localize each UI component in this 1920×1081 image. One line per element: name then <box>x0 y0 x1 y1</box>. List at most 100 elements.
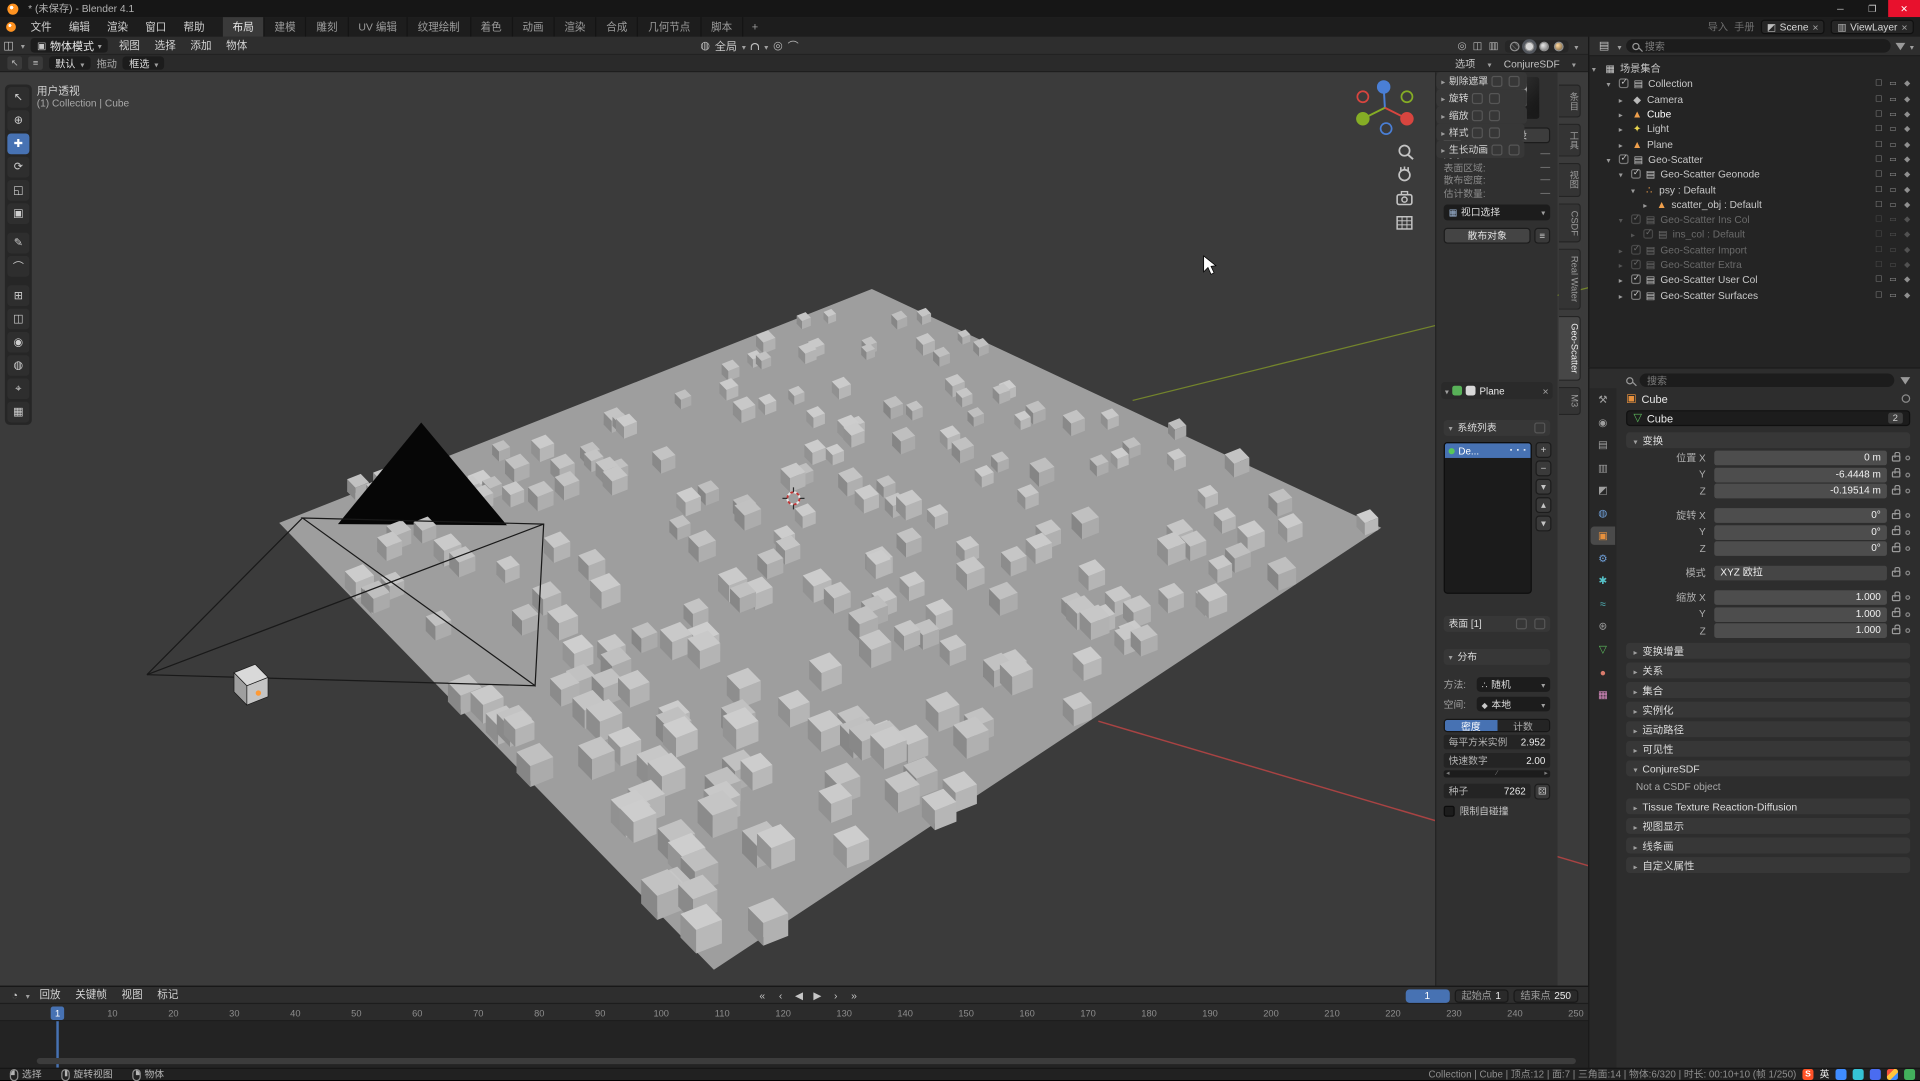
visibility-toggles[interactable] <box>1875 290 1912 300</box>
blender-menu-icon[interactable] <box>0 22 22 32</box>
scatter-settings-icon[interactable]: ≡ <box>1534 228 1550 244</box>
animate-dot-icon[interactable] <box>1905 530 1910 535</box>
object-datablock-field[interactable]: Cube 2 <box>1626 410 1910 426</box>
value-field[interactable]: -0.19514 m <box>1714 484 1887 499</box>
frame-start-field[interactable]: 起始点 1 <box>1454 989 1508 1002</box>
add-cube-tool[interactable]: ⊞ <box>7 285 29 306</box>
collapsed-panel[interactable]: 视图显示 <box>1626 818 1910 834</box>
surface-icon-b[interactable] <box>1534 618 1545 629</box>
tray-toolbox-icon[interactable] <box>1887 1069 1898 1080</box>
jump-to-end-button[interactable]: » <box>846 987 862 1004</box>
slider-right-arrow[interactable]: ▸ <box>1544 770 1547 777</box>
animate-dot-icon[interactable] <box>1905 546 1910 551</box>
visibility-toggles[interactable] <box>1875 124 1912 134</box>
viewport-3d[interactable]: 用户透视 (1) Collection | Cube ↖⊕✚⟳◱▣✎⌒⊞◫◉◍⌖… <box>0 72 1588 985</box>
tray-keyboard-icon[interactable] <box>1836 1069 1847 1080</box>
visibility-toggles[interactable] <box>1875 214 1912 224</box>
viewlayer-selector[interactable]: ViewLayer <box>1831 20 1914 35</box>
lock-icon[interactable] <box>1892 455 1901 461</box>
system-toggle-icons[interactable]: ▪ ▪ ▪ <box>1510 447 1527 454</box>
expand-caret-icon[interactable] <box>1643 198 1652 210</box>
timeline-ruler[interactable]: 1020304050607080901001101201301401501601… <box>0 1004 1588 1021</box>
add-system-button[interactable]: + <box>1536 442 1552 458</box>
collection-checkbox[interactable] <box>1619 79 1629 89</box>
collapsed-panel[interactable]: 运动路径 <box>1626 721 1910 737</box>
expand-caret-icon[interactable] <box>1619 288 1628 300</box>
orientation-label[interactable]: 全局 <box>715 38 737 54</box>
active-tool-icon[interactable]: ↖ <box>7 56 22 69</box>
timeline-menu-item[interactable]: 关键帧 <box>68 986 114 1004</box>
snap-magnet-icon[interactable] <box>751 42 760 49</box>
value-field[interactable]: 1.000 <box>1714 590 1887 605</box>
outliner-item-label[interactable]: psy : Default <box>1659 183 1715 195</box>
value-field[interactable]: 0° <box>1714 525 1887 540</box>
animate-dot-icon[interactable] <box>1905 571 1910 576</box>
tab-texture[interactable]: ▦ <box>1591 685 1615 703</box>
animate-dot-icon[interactable] <box>1905 456 1910 461</box>
outliner-row[interactable]: ins_col : Default <box>1592 227 1918 242</box>
collapsed-panel[interactable]: 自定义属性 <box>1626 857 1910 873</box>
visibility-toggles[interactable] <box>1875 139 1912 149</box>
sidebar-tab[interactable]: CSDF <box>1559 203 1581 243</box>
workspace-tab[interactable]: 脚本 <box>701 17 743 37</box>
outliner-row[interactable]: Light <box>1592 121 1918 136</box>
density-field[interactable]: 每平方米实例 2.952 <box>1444 735 1551 750</box>
tab-particles[interactable]: ✱ <box>1591 572 1615 590</box>
outliner-row[interactable]: Geo-Scatter User Col <box>1592 272 1918 287</box>
rotate-tool[interactable]: ⟳ <box>7 157 29 178</box>
outliner-search-input[interactable]: 搜索 <box>1626 39 1890 52</box>
gizmo-toggle-icon[interactable] <box>1457 39 1466 52</box>
expand-caret-icon[interactable] <box>1631 183 1640 195</box>
select-box-tool[interactable]: ↖ <box>7 87 29 108</box>
tab-view-layer[interactable]: ▥ <box>1591 459 1615 477</box>
scatter-objects-button[interactable]: 散布对象 <box>1444 228 1531 244</box>
collection-checkbox[interactable] <box>1619 154 1629 164</box>
expand-caret-icon[interactable] <box>1607 78 1616 90</box>
collapsed-panel[interactable]: 生长动画 <box>1436 141 1524 158</box>
manual-link[interactable]: 手册 <box>1734 20 1754 35</box>
shading-wireframe-button[interactable] <box>1509 41 1519 51</box>
shading-dropdown-icon[interactable] <box>1574 40 1578 52</box>
collection-checkbox[interactable] <box>1631 260 1641 270</box>
expand-caret-icon[interactable] <box>1619 213 1628 225</box>
outliner-item-label[interactable]: Geo-Scatter Ins Col <box>1660 213 1749 225</box>
visibility-toggles[interactable] <box>1875 184 1912 194</box>
spin-tool[interactable]: ⌖ <box>7 378 29 399</box>
tab-modifiers[interactable]: ⚙ <box>1591 549 1615 567</box>
viewport-menu-item[interactable]: 视图 <box>112 36 148 54</box>
visibility-toggles[interactable] <box>1875 245 1912 255</box>
workspace-tab[interactable]: 合成 <box>596 17 638 37</box>
lock-icon[interactable] <box>1892 628 1901 634</box>
timeline-menu-item[interactable]: 标记 <box>150 986 186 1004</box>
tool-preset-dropdown[interactable]: 默认 <box>49 56 90 69</box>
viewport-select-dropdown[interactable]: 视口选择 <box>1444 204 1551 220</box>
value-field[interactable]: 0° <box>1714 541 1887 556</box>
tray-input-icon[interactable] <box>1870 1069 1881 1080</box>
outliner-item-label[interactable]: 场景集合 <box>1620 61 1661 76</box>
measure-tool[interactable]: ⌒ <box>7 256 29 277</box>
outliner-item-label[interactable]: Geo-Scatter Extra <box>1660 258 1741 270</box>
list-menu-button[interactable]: ▾ <box>1536 479 1552 495</box>
breadcrumb-object-name[interactable]: Cube <box>1641 392 1667 404</box>
seed-dice-icon[interactable]: ⚄ <box>1534 784 1550 800</box>
inset-tool[interactable]: ◉ <box>7 332 29 353</box>
outliner-row[interactable]: Geo-Scatter <box>1592 152 1918 167</box>
visibility-toggles[interactable] <box>1875 79 1912 89</box>
timeline-scrollbar[interactable] <box>37 1058 1576 1064</box>
sidebar-tab[interactable]: 视图 <box>1559 163 1581 196</box>
slider-left-arrow[interactable]: ◂ <box>1446 770 1449 777</box>
outliner-row[interactable]: 场景集合 <box>1592 61 1918 76</box>
checkbox-icon[interactable] <box>1444 806 1455 817</box>
workspace-tab[interactable]: 动画 <box>513 17 555 37</box>
mode-selector[interactable]: 物体模式 <box>31 38 108 53</box>
outliner-row[interactable]: Plane <box>1592 137 1918 152</box>
density-toggle-button[interactable]: 密度 <box>1445 720 1497 731</box>
value-field[interactable]: -6.4448 m <box>1714 467 1887 482</box>
shading-material-button[interactable] <box>1539 41 1549 51</box>
outliner-row[interactable]: Geo-Scatter Extra <box>1592 257 1918 272</box>
emitter-header[interactable]: Plane <box>1441 382 1552 399</box>
visibility-toggles[interactable] <box>1875 169 1912 179</box>
workspace-tab[interactable]: UV 编辑 <box>349 17 408 37</box>
lock-icon[interactable] <box>1892 529 1901 535</box>
snap-dropdown-icon[interactable] <box>764 40 768 52</box>
